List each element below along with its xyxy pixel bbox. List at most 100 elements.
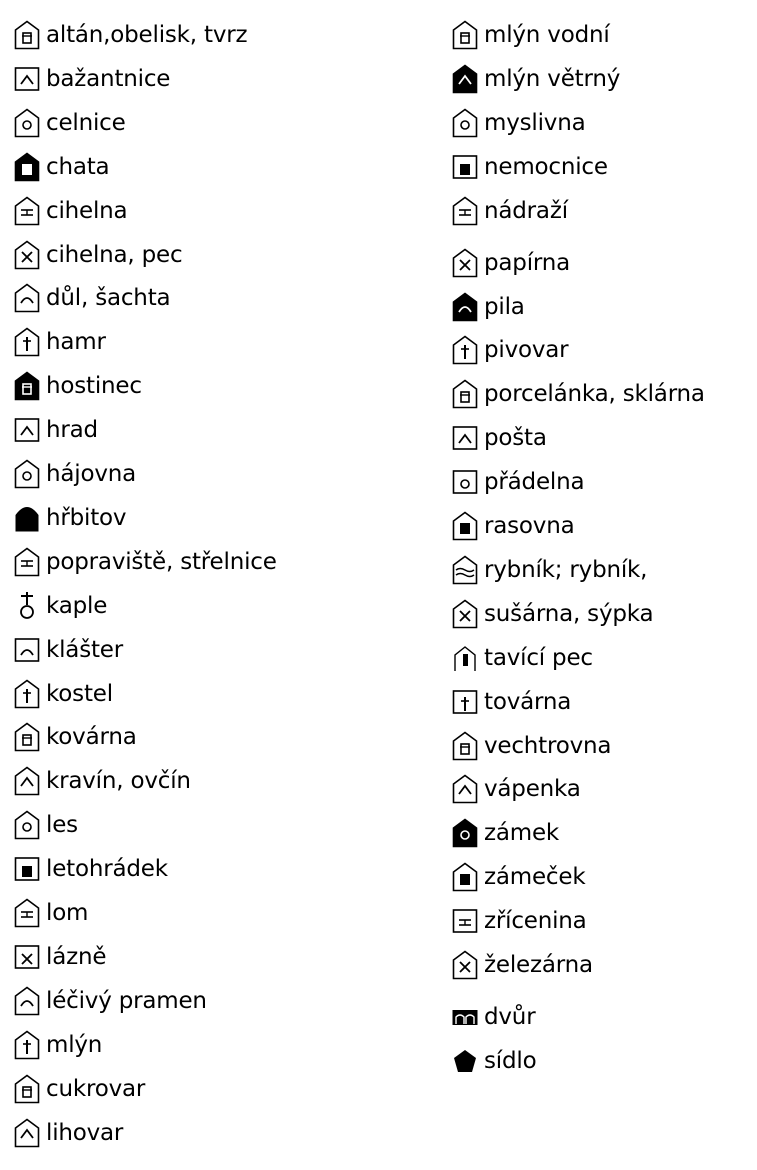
inn-icon	[14, 371, 40, 401]
legend-label: sídlo	[484, 1048, 537, 1074]
watchman-house-icon-graphic	[452, 731, 478, 761]
legend-label: zámeček	[484, 864, 586, 890]
hammer-mill-icon-graphic	[14, 327, 40, 357]
legend-item: kostel	[14, 677, 113, 711]
legend-label: bažantnice	[46, 66, 171, 92]
legend-item: letohrádek	[14, 852, 168, 886]
railway-station-icon-graphic	[452, 196, 478, 226]
cemetery-icon	[14, 503, 40, 533]
windmill-icon-graphic	[452, 64, 478, 94]
mill-wheel-icon	[14, 1030, 40, 1060]
legend-item: pila	[452, 290, 525, 324]
legend-label: porcelánka, sklárna	[484, 381, 705, 407]
legend-item: rybník; rybník,	[452, 553, 647, 587]
legend-label: hamr	[46, 329, 106, 355]
hunting-lodge-icon-graphic	[452, 108, 478, 138]
legend-label: lom	[46, 900, 89, 926]
legend-label: hostinec	[46, 373, 142, 399]
spa-icon	[14, 942, 40, 972]
legend-item: rasovna	[452, 509, 575, 543]
legend-label: lázně	[46, 944, 107, 970]
legend-label: celnice	[46, 110, 126, 136]
monastery-icon	[14, 635, 40, 665]
sawmill-icon-graphic	[452, 292, 478, 322]
legend-item: zámeček	[452, 860, 586, 894]
legend-item: mlýn větrný	[452, 62, 620, 96]
legend-item: bažantnice	[14, 62, 170, 96]
legend-label: mlýn	[46, 1032, 103, 1058]
legend-label: zřícenina	[484, 908, 587, 934]
brewery-icon-graphic	[452, 335, 478, 365]
legend-item: železárna	[452, 948, 593, 982]
legend-item: hřbitov	[14, 501, 127, 535]
legend-label: klášter	[46, 637, 124, 663]
legend-item: lihovar	[14, 1116, 123, 1150]
smelting-furnace-icon-graphic	[454, 646, 476, 671]
legend-label: kaple	[46, 593, 108, 619]
bird-icon-graphic	[14, 67, 40, 91]
legend-item: zámek	[452, 816, 559, 850]
legend-item: pivovar	[452, 333, 569, 367]
ruin-icon-graphic	[452, 909, 478, 933]
legend-label: lihovar	[46, 1120, 124, 1146]
legend-label: cukrovar	[46, 1076, 146, 1102]
hospital-cross-icon-graphic	[452, 155, 478, 179]
knackery-icon-graphic	[452, 511, 478, 541]
cemetery-icon-graphic	[15, 507, 39, 532]
small-chateau-icon-graphic	[452, 862, 478, 892]
legend-item: sušárna, sýpka	[452, 597, 654, 631]
porcelain-glass-icon-graphic	[452, 379, 478, 409]
sawmill-icon	[452, 292, 478, 322]
mill-wheel-icon-graphic	[14, 1030, 40, 1060]
cowshed-icon	[14, 766, 40, 796]
smithy-icon	[14, 722, 40, 752]
brick-kiln-icon-graphic	[14, 240, 40, 270]
customs-figure-icon	[14, 108, 40, 138]
sugar-factory-icon-graphic	[14, 1074, 40, 1104]
spa-icon-graphic	[14, 945, 40, 969]
brewery-icon	[452, 335, 478, 365]
castle-icon	[14, 415, 40, 445]
legend-label: nemocnice	[484, 154, 608, 180]
ironworks-icon-graphic	[452, 950, 478, 980]
quarry-icon-graphic	[14, 898, 40, 928]
farmyard-icon-graphic	[452, 1010, 478, 1025]
distillery-icon-graphic	[14, 1118, 40, 1148]
legend-item: důl, šachta	[14, 281, 171, 315]
chateau-icon-graphic	[452, 818, 478, 848]
legend-label: kovárna	[46, 724, 137, 750]
legend-item: cihelna	[14, 194, 128, 228]
gamekeeper-trees-icon-graphic	[14, 459, 40, 489]
map-symbol-legend: altán,obelisk, tvrz bažantnice celnice chat…	[0, 0, 757, 1170]
legend-item: cukrovar	[14, 1072, 145, 1106]
legend-item: vápenka	[452, 772, 581, 806]
healing-spring-icon	[14, 986, 40, 1016]
spinning-mill-icon-graphic	[452, 470, 478, 494]
summer-palace-icon-graphic	[14, 857, 40, 881]
legend-item: pošta	[452, 421, 547, 455]
small-chateau-icon	[452, 862, 478, 892]
legend-item: hrad	[14, 413, 98, 447]
watchman-house-icon	[452, 731, 478, 761]
pond-waves-icon	[452, 555, 478, 585]
church-icon-graphic	[14, 679, 40, 709]
lime-kiln-icon-graphic	[452, 774, 478, 804]
legend-item: vechtrovna	[452, 729, 612, 763]
cottage-icon-graphic	[14, 152, 40, 182]
forest-tree-icon	[14, 810, 40, 840]
legend-item: mlýn	[14, 1028, 102, 1062]
legend-item: celnice	[14, 106, 126, 140]
paper-mill-icon	[452, 248, 478, 278]
legend-label: železárna	[484, 952, 593, 978]
legend-label: rasovna	[484, 513, 575, 539]
summer-palace-icon	[14, 854, 40, 884]
legend-item: papírna	[452, 246, 570, 280]
legend-label: léčivý pramen	[46, 988, 207, 1014]
legend-item: cihelna, pec	[14, 238, 183, 272]
legend-label: chata	[46, 154, 110, 180]
legend-label: popraviště, střelnice	[46, 549, 277, 575]
bird-icon	[14, 64, 40, 94]
legend-label: letohrádek	[46, 856, 168, 882]
legend-label: kravín, ovčín	[46, 768, 191, 794]
legend-label: cihelna	[46, 198, 128, 224]
